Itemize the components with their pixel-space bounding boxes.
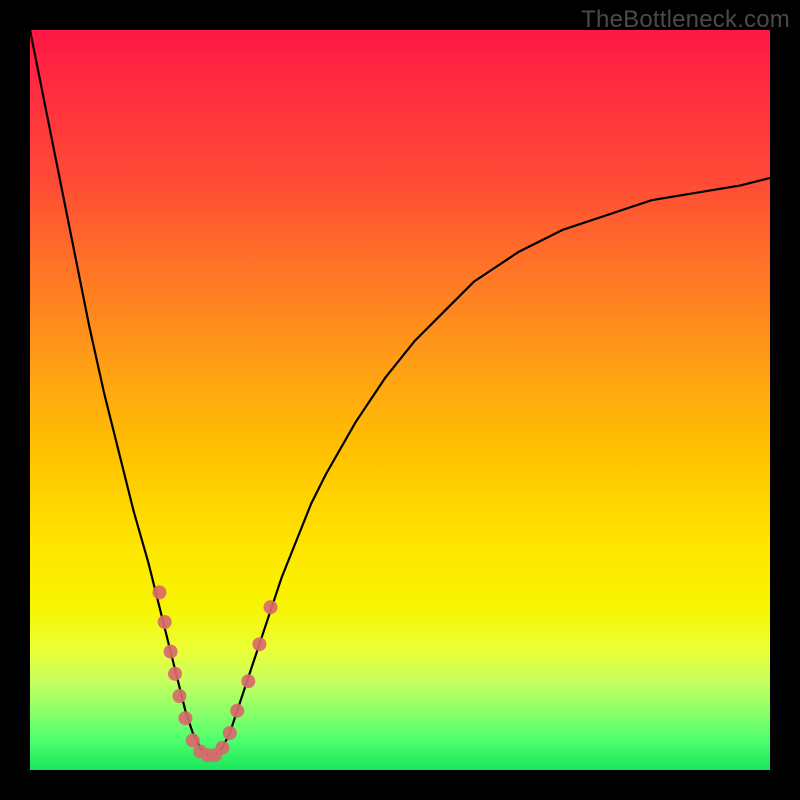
marker-dot xyxy=(173,689,187,703)
curve-svg xyxy=(30,30,770,770)
marker-dot xyxy=(215,741,229,755)
marker-dot xyxy=(164,645,178,659)
marker-dot xyxy=(178,711,192,725)
marker-dot xyxy=(168,667,182,681)
marker-dot xyxy=(153,585,167,599)
chart-frame: TheBottleneck.com xyxy=(0,0,800,800)
marker-group xyxy=(153,585,278,762)
marker-dot xyxy=(264,600,278,614)
marker-dot xyxy=(158,615,172,629)
bottleneck-curve xyxy=(30,30,770,755)
marker-dot xyxy=(230,704,244,718)
marker-dot xyxy=(223,726,237,740)
marker-dot xyxy=(241,674,255,688)
marker-dot xyxy=(252,637,266,651)
plot-area xyxy=(30,30,770,770)
watermark-text: TheBottleneck.com xyxy=(581,6,790,34)
